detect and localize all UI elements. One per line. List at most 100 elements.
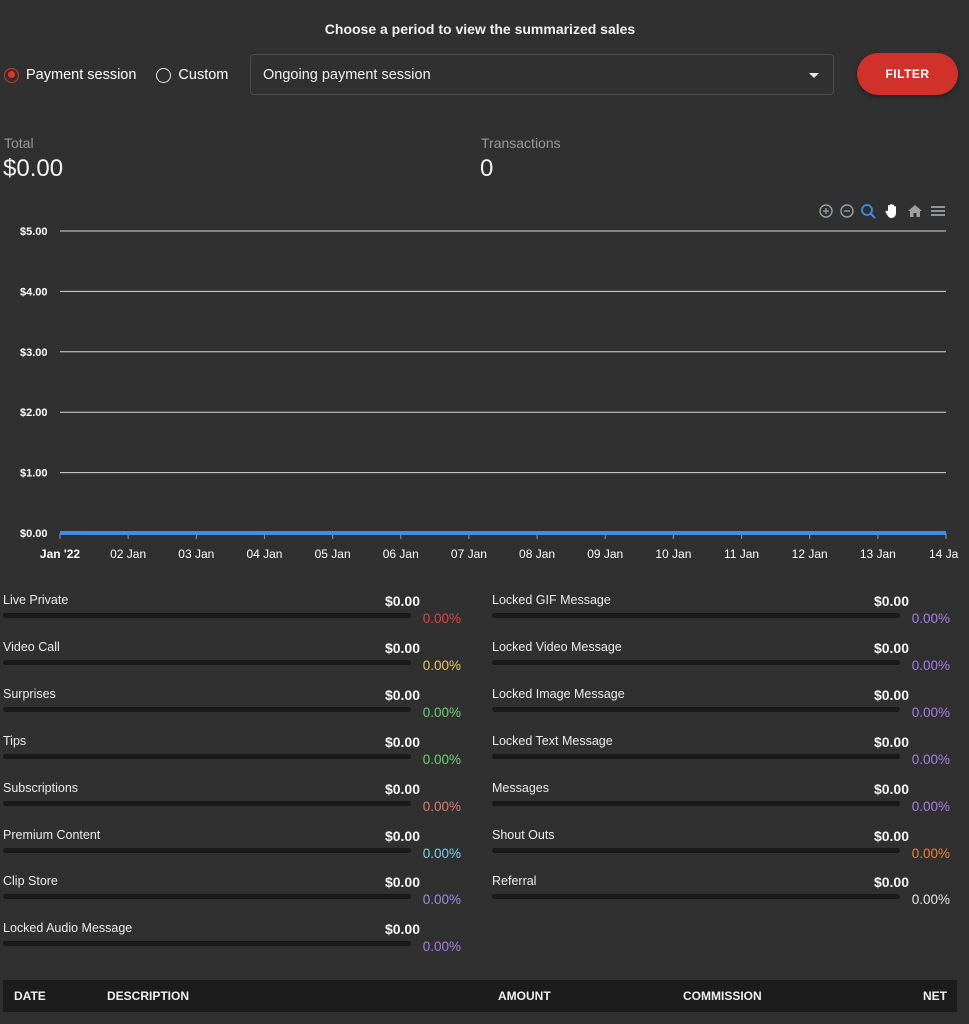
x-tick-label: 07 Jan xyxy=(451,547,487,561)
category-label: Locked GIF Message xyxy=(492,593,611,607)
radio-unchecked-icon[interactable] xyxy=(156,67,172,83)
column-header-amount[interactable]: AMOUNT xyxy=(498,989,551,1003)
radio-checked-icon[interactable] xyxy=(4,67,19,83)
category-amount: $0.00 xyxy=(873,686,909,703)
category-row: Referral $0.00 0.00% xyxy=(492,874,950,920)
category-label: Locked Video Message xyxy=(492,639,622,654)
radio-payment-session-label: Payment session xyxy=(26,67,137,83)
category-amount: $0.00 xyxy=(384,921,420,938)
category-progress-bar xyxy=(492,847,900,853)
category-percent: 0.00% xyxy=(422,657,461,673)
category-label: Clip Store xyxy=(3,874,58,889)
x-tick-label: 12 Jan xyxy=(792,547,828,561)
category-progress-bar xyxy=(492,659,900,665)
column-header-date[interactable]: DATE xyxy=(14,989,46,1003)
category-label: Video Call xyxy=(3,639,60,654)
category-progress-bar xyxy=(3,941,411,947)
category-percent: 0.00% xyxy=(911,892,950,908)
caret-down-icon xyxy=(809,73,819,78)
category-percent: 0.00% xyxy=(911,657,950,673)
category-progress-bar xyxy=(3,894,411,900)
category-percent: 0.00% xyxy=(422,611,461,626)
category-percent: 0.00% xyxy=(422,751,461,767)
category-progress-bar xyxy=(492,800,900,806)
period-select[interactable]: Ongoing payment session xyxy=(250,54,834,95)
category-amount: $0.00 xyxy=(873,780,909,797)
x-tick-label: Jan '22 xyxy=(40,547,81,561)
period-select-value: Ongoing payment session xyxy=(263,66,431,83)
category-row: Shout Outs $0.00 0.00% xyxy=(492,828,950,874)
category-percent: 0.00% xyxy=(422,845,461,861)
category-amount: $0.00 xyxy=(873,874,909,891)
category-progress-bar xyxy=(3,613,411,618)
x-tick-label: 05 Jan xyxy=(315,547,351,561)
category-percent: 0.00% xyxy=(911,845,950,861)
x-tick-label: 02 Jan xyxy=(110,547,146,561)
radio-payment-session[interactable]: Payment session xyxy=(4,67,136,83)
transactions-value: 0 xyxy=(480,155,494,182)
category-percent: 0.00% xyxy=(422,892,461,908)
category-progress-bar xyxy=(492,894,900,900)
category-label: Messages xyxy=(492,780,549,795)
category-row: Tips $0.00 0.00% xyxy=(3,734,461,780)
category-row: Messages $0.00 0.00% xyxy=(492,781,950,827)
category-row: Subscriptions $0.00 0.00% xyxy=(3,781,461,827)
category-progress-bar xyxy=(3,847,411,853)
category-row: Clip Store $0.00 0.00% xyxy=(3,874,461,920)
y-tick-label: $5.00 xyxy=(20,226,48,238)
category-label: Locked Image Message xyxy=(492,686,625,701)
category-amount: $0.00 xyxy=(873,827,909,844)
y-tick-label: $3.00 xyxy=(20,347,48,359)
category-row: Locked Audio Message $0.00 0.00% xyxy=(3,921,461,967)
y-tick-label: $0.00 xyxy=(20,528,48,540)
category-row: Surprises $0.00 0.00% xyxy=(3,687,461,733)
total-label: Total xyxy=(4,135,34,151)
total-value: $0.00 xyxy=(3,155,64,182)
x-tick-label: 10 Jan xyxy=(655,547,691,561)
category-amount: $0.00 xyxy=(873,593,909,609)
category-amount: $0.00 xyxy=(873,733,909,750)
radio-custom-label: Custom xyxy=(178,67,229,83)
category-label: Referral xyxy=(492,874,537,889)
period-radio-group: Payment session Custom xyxy=(4,67,248,83)
category-amount: $0.00 xyxy=(384,686,420,703)
x-tick-label: 06 Jan xyxy=(383,547,419,561)
x-tick-label: 14 Ja xyxy=(929,547,959,561)
category-row: Locked Text Message $0.00 0.00% xyxy=(492,734,950,780)
column-header-description[interactable]: DESCRIPTION xyxy=(107,989,189,1003)
x-tick-label: 11 Jan xyxy=(724,547,759,561)
category-amount: $0.00 xyxy=(384,874,420,891)
category-progress-bar xyxy=(3,659,411,665)
category-row: Locked Video Message $0.00 0.00% xyxy=(492,640,950,686)
category-percent: 0.00% xyxy=(422,798,461,814)
radio-custom[interactable]: Custom xyxy=(156,67,228,83)
category-percent: 0.00% xyxy=(911,798,950,814)
category-label: Live Private xyxy=(3,593,69,607)
category-amount: $0.00 xyxy=(384,733,420,750)
category-progress-bar xyxy=(3,706,411,712)
x-tick-label: 08 Jan xyxy=(519,547,555,561)
x-tick-label: 04 Jan xyxy=(246,547,282,561)
filter-button[interactable]: FILTER xyxy=(857,53,958,95)
category-label: Premium Content xyxy=(3,827,101,842)
category-label: Tips xyxy=(3,733,27,748)
x-tick-label: 13 Jan xyxy=(860,547,896,561)
column-header-commission[interactable]: COMMISSION xyxy=(683,989,762,1003)
category-amount: $0.00 xyxy=(384,593,420,609)
category-percent: 0.00% xyxy=(911,611,950,626)
category-row: Live Private $0.00 0.00% xyxy=(3,593,461,639)
category-label: Subscriptions xyxy=(3,780,79,795)
column-header-net[interactable]: NET xyxy=(923,989,947,1003)
category-progress-bar xyxy=(492,753,900,759)
y-tick-label: $2.00 xyxy=(20,407,48,419)
category-percent: 0.00% xyxy=(422,939,461,955)
x-tick-label: 03 Jan xyxy=(178,547,214,561)
page-title: Choose a period to view the summarized s… xyxy=(324,21,636,37)
category-amount: $0.00 xyxy=(384,827,420,844)
category-row: Premium Content $0.00 0.00% xyxy=(3,828,461,874)
category-percent: 0.00% xyxy=(422,704,461,720)
category-label: Surprises xyxy=(3,686,56,701)
category-amount: $0.00 xyxy=(384,780,420,797)
category-label: Locked Audio Message xyxy=(3,921,133,936)
category-percent: 0.00% xyxy=(911,704,950,720)
